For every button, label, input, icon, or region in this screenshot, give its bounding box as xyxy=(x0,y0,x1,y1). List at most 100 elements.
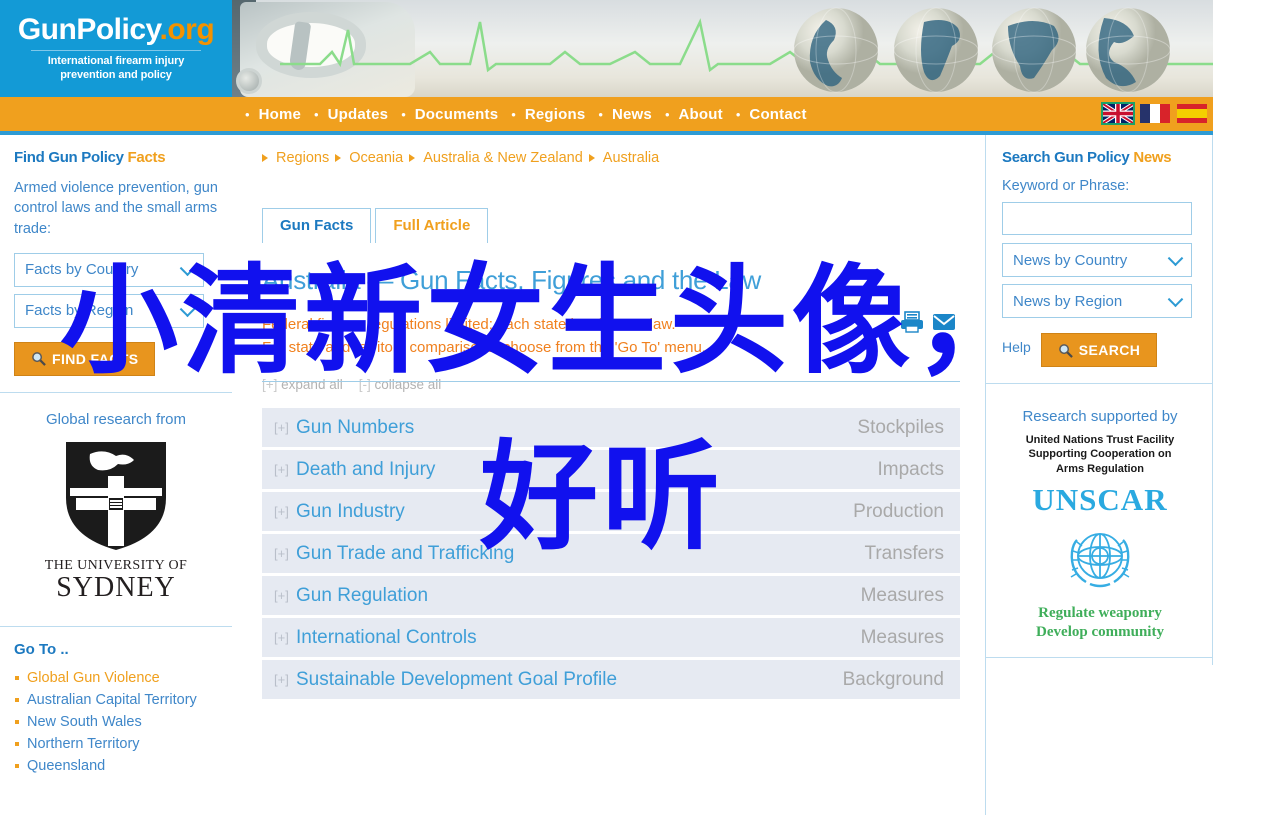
nav-item-about[interactable]: About xyxy=(679,106,723,123)
nav-bullet-icon: • xyxy=(314,106,319,122)
page-root: GunPolicy.org International firearm inju… xyxy=(0,0,1269,815)
expand-toggle-icon[interactable]: [+] xyxy=(274,672,296,687)
flag-spain-icon[interactable] xyxy=(1177,104,1207,123)
globes-graphic xyxy=(790,4,1210,97)
nav-bullet-icon: • xyxy=(511,106,516,122)
logo-word-tld: .org xyxy=(159,12,215,46)
page-intro-line1: Federal firearm regulations limited; eac… xyxy=(262,316,676,333)
search-help-link[interactable]: Help xyxy=(1002,339,1031,355)
logo-divider xyxy=(31,49,201,51)
expand-toggle-icon[interactable]: [+] xyxy=(274,462,296,477)
unscar-tagline-line1: Regulate weaponry xyxy=(1038,604,1162,621)
page-title: Australia — Gun Facts, Figures and the L… xyxy=(262,265,761,295)
email-icon[interactable] xyxy=(931,310,957,334)
nav-item-updates[interactable]: Updates xyxy=(328,106,389,123)
collapse-all-label: collapse all xyxy=(374,377,442,392)
expand-toggle-icon[interactable]: [+] xyxy=(274,588,296,603)
tab-full-article[interactable]: Full Article xyxy=(375,208,489,243)
go-to-link-queensland[interactable]: Queensland xyxy=(27,758,105,774)
accordion-meta-death-and-injury: Impacts xyxy=(877,458,944,480)
tabs-underline xyxy=(262,381,960,382)
table-row[interactable]: [+] Gun Industry Production xyxy=(262,492,960,534)
breadcrumb-item-regions[interactable]: Regions xyxy=(276,150,329,166)
print-icon[interactable] xyxy=(899,310,925,334)
right-sidebar: Search Gun Policy News Keyword or Phrase… xyxy=(986,135,1212,815)
chevron-down-icon xyxy=(1167,291,1184,308)
table-row[interactable]: [+] Sustainable Development Goal Profile… xyxy=(262,660,960,702)
nav-bullet-icon: • xyxy=(401,106,406,122)
table-row[interactable]: [+] International Controls Measures xyxy=(262,618,960,660)
go-to-link-nt[interactable]: Northern Territory xyxy=(27,736,140,752)
expand-toggle-icon[interactable]: [+] xyxy=(274,546,296,561)
chevron-right-icon xyxy=(409,154,416,162)
breadcrumb-item-australia-nz[interactable]: Australia & New Zealand xyxy=(423,150,583,166)
find-facts-button[interactable]: FIND FACTS xyxy=(14,341,156,376)
find-facts-button-label: FIND FACTS xyxy=(52,350,139,367)
un-emblem-icon xyxy=(1070,532,1130,588)
find-facts-title-accent: Facts xyxy=(127,149,166,166)
news-by-region-value: News by Region xyxy=(1013,292,1123,310)
site-banner: GunPolicy.org International firearm inju… xyxy=(0,0,1213,97)
table-row[interactable]: [+] Gun Trade and Trafficking Transfers xyxy=(262,534,960,576)
nav-item-regions[interactable]: Regions xyxy=(525,106,586,123)
list-item: Queensland xyxy=(14,756,218,777)
go-to-link-global-gun-violence[interactable]: Global Gun Violence xyxy=(27,670,160,686)
flag-uk-icon[interactable] xyxy=(1101,102,1135,125)
expand-toggle-icon[interactable]: [+] xyxy=(274,504,296,519)
university-of-sydney-logo: THE UNIVERSITY OF SYDNEY xyxy=(14,436,218,610)
news-by-region-select[interactable]: News by Region xyxy=(1002,284,1192,318)
site-logo[interactable]: GunPolicy.org International firearm inju… xyxy=(0,0,232,97)
table-row[interactable]: [+] Gun Regulation Measures xyxy=(262,576,960,618)
supporter-heading: Research supported by xyxy=(1022,408,1178,425)
unscar-caption: United Nations Trust Facility Supporting… xyxy=(1002,433,1198,476)
gun-facts-accordion: [+] Gun Numbers Stockpiles [+] Death and… xyxy=(262,408,960,702)
find-facts-panel: Find Gun Policy Facts Armed violence pre… xyxy=(0,135,232,393)
nav-bullet-icon: • xyxy=(245,106,250,122)
go-to-list: Global Gun Violence Australian Capital T… xyxy=(14,668,218,777)
accordion-label-gun-trade-and-trafficking: Gun Trade and Trafficking xyxy=(296,542,515,564)
table-row[interactable]: [+] Gun Numbers Stockpiles xyxy=(262,408,960,450)
chevron-right-icon xyxy=(588,154,595,162)
unscar-caption-line2: Supporting Cooperation on xyxy=(1028,448,1172,461)
list-item: Global Gun Violence xyxy=(14,668,218,689)
expand-toggle-icon[interactable]: [+] xyxy=(274,630,296,645)
page-action-icons xyxy=(899,310,957,334)
banner-right-filler xyxy=(1213,0,1269,97)
go-to-link-nsw[interactable]: New South Wales xyxy=(27,714,142,730)
search-news-panel: Search Gun Policy News Keyword or Phrase… xyxy=(986,135,1212,384)
expand-all-link[interactable]: [+] expand all xyxy=(262,377,343,392)
keyword-label: Keyword or Phrase: xyxy=(1002,178,1130,194)
logo-tagline-line2: prevention and policy xyxy=(60,68,172,81)
expand-toggle-icon[interactable]: [+] xyxy=(274,420,296,435)
search-input[interactable] xyxy=(1002,202,1192,235)
news-by-country-select[interactable]: News by Country xyxy=(1002,243,1192,277)
chevron-down-icon xyxy=(1167,250,1184,267)
breadcrumb-item-australia[interactable]: Australia xyxy=(603,150,659,166)
nav-item-news[interactable]: News xyxy=(612,106,652,123)
accordion-label-gun-industry: Gun Industry xyxy=(296,500,405,522)
right-page-edge xyxy=(1212,135,1213,665)
search-button[interactable]: SEARCH xyxy=(1040,333,1158,367)
accordion-meta-gun-industry: Production xyxy=(853,500,944,522)
search-news-title-main: Search Gun Policy xyxy=(1002,149,1134,166)
expand-collapse-controls: [+] expand all [-] collapse all xyxy=(262,377,975,392)
flag-france-icon[interactable] xyxy=(1140,104,1170,123)
tab-gun-facts[interactable]: Gun Facts xyxy=(262,208,372,243)
search-actions: Help SEARCH xyxy=(1002,326,1198,367)
collapse-all-link[interactable]: [-] collapse all xyxy=(359,377,442,392)
unscar-caption-line1: United Nations Trust Facility xyxy=(1025,434,1175,446)
navbar-left-pad xyxy=(0,97,232,131)
nav-item-documents[interactable]: Documents xyxy=(415,106,498,123)
nav-item-contact[interactable]: Contact xyxy=(749,106,806,123)
research-panel: Global research from THE UNIVERSITY OF S… xyxy=(0,393,232,627)
list-item: Northern Territory xyxy=(14,734,218,755)
facts-by-region-select[interactable]: Facts by Region xyxy=(14,293,204,328)
go-to-link-act[interactable]: Australian Capital Territory xyxy=(27,692,197,708)
breadcrumb-item-oceania[interactable]: Oceania xyxy=(349,150,403,166)
chevron-down-icon xyxy=(179,301,196,318)
table-row[interactable]: [+] Death and Injury Impacts xyxy=(262,450,960,492)
nav-item-home[interactable]: Home xyxy=(259,106,301,123)
facts-by-country-select[interactable]: Facts by Country xyxy=(14,252,204,287)
accordion-label-gun-numbers: Gun Numbers xyxy=(296,416,415,438)
left-sidebar: Find Gun Policy Facts Armed violence pre… xyxy=(0,135,232,815)
